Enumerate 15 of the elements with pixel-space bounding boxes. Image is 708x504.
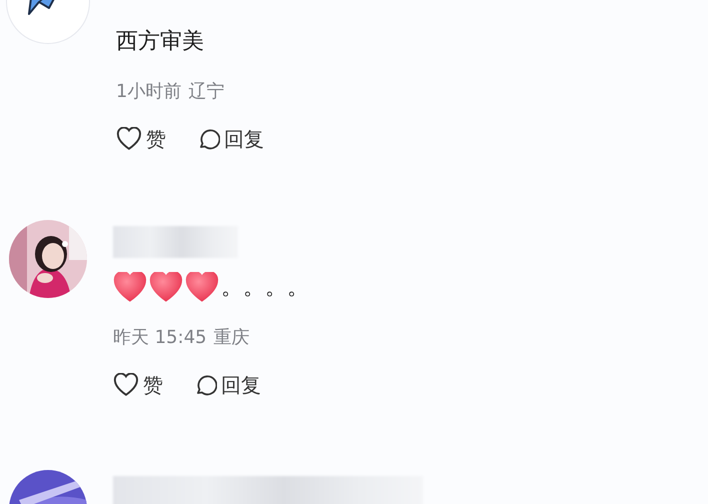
reply-button[interactable]: 回复 — [196, 125, 264, 153]
heart-icon — [113, 373, 139, 397]
reply-button[interactable]: 回复 — [193, 371, 261, 399]
comment-time: 昨天 15:45 — [113, 326, 207, 350]
comment-text: 。。。。 — [221, 274, 309, 302]
comment-time: 1小时前 — [116, 80, 182, 104]
like-button[interactable]: 赞 — [113, 371, 163, 399]
like-button[interactable]: 赞 — [116, 125, 166, 153]
comment-location: 重庆 — [214, 326, 250, 350]
heart-icon — [149, 272, 183, 304]
heart-icon — [185, 272, 219, 304]
comment-text: 西方审美 — [116, 28, 204, 56]
comment-location: 辽宁 — [188, 80, 224, 104]
heart-icon — [116, 127, 142, 151]
heart-icon — [113, 272, 147, 304]
